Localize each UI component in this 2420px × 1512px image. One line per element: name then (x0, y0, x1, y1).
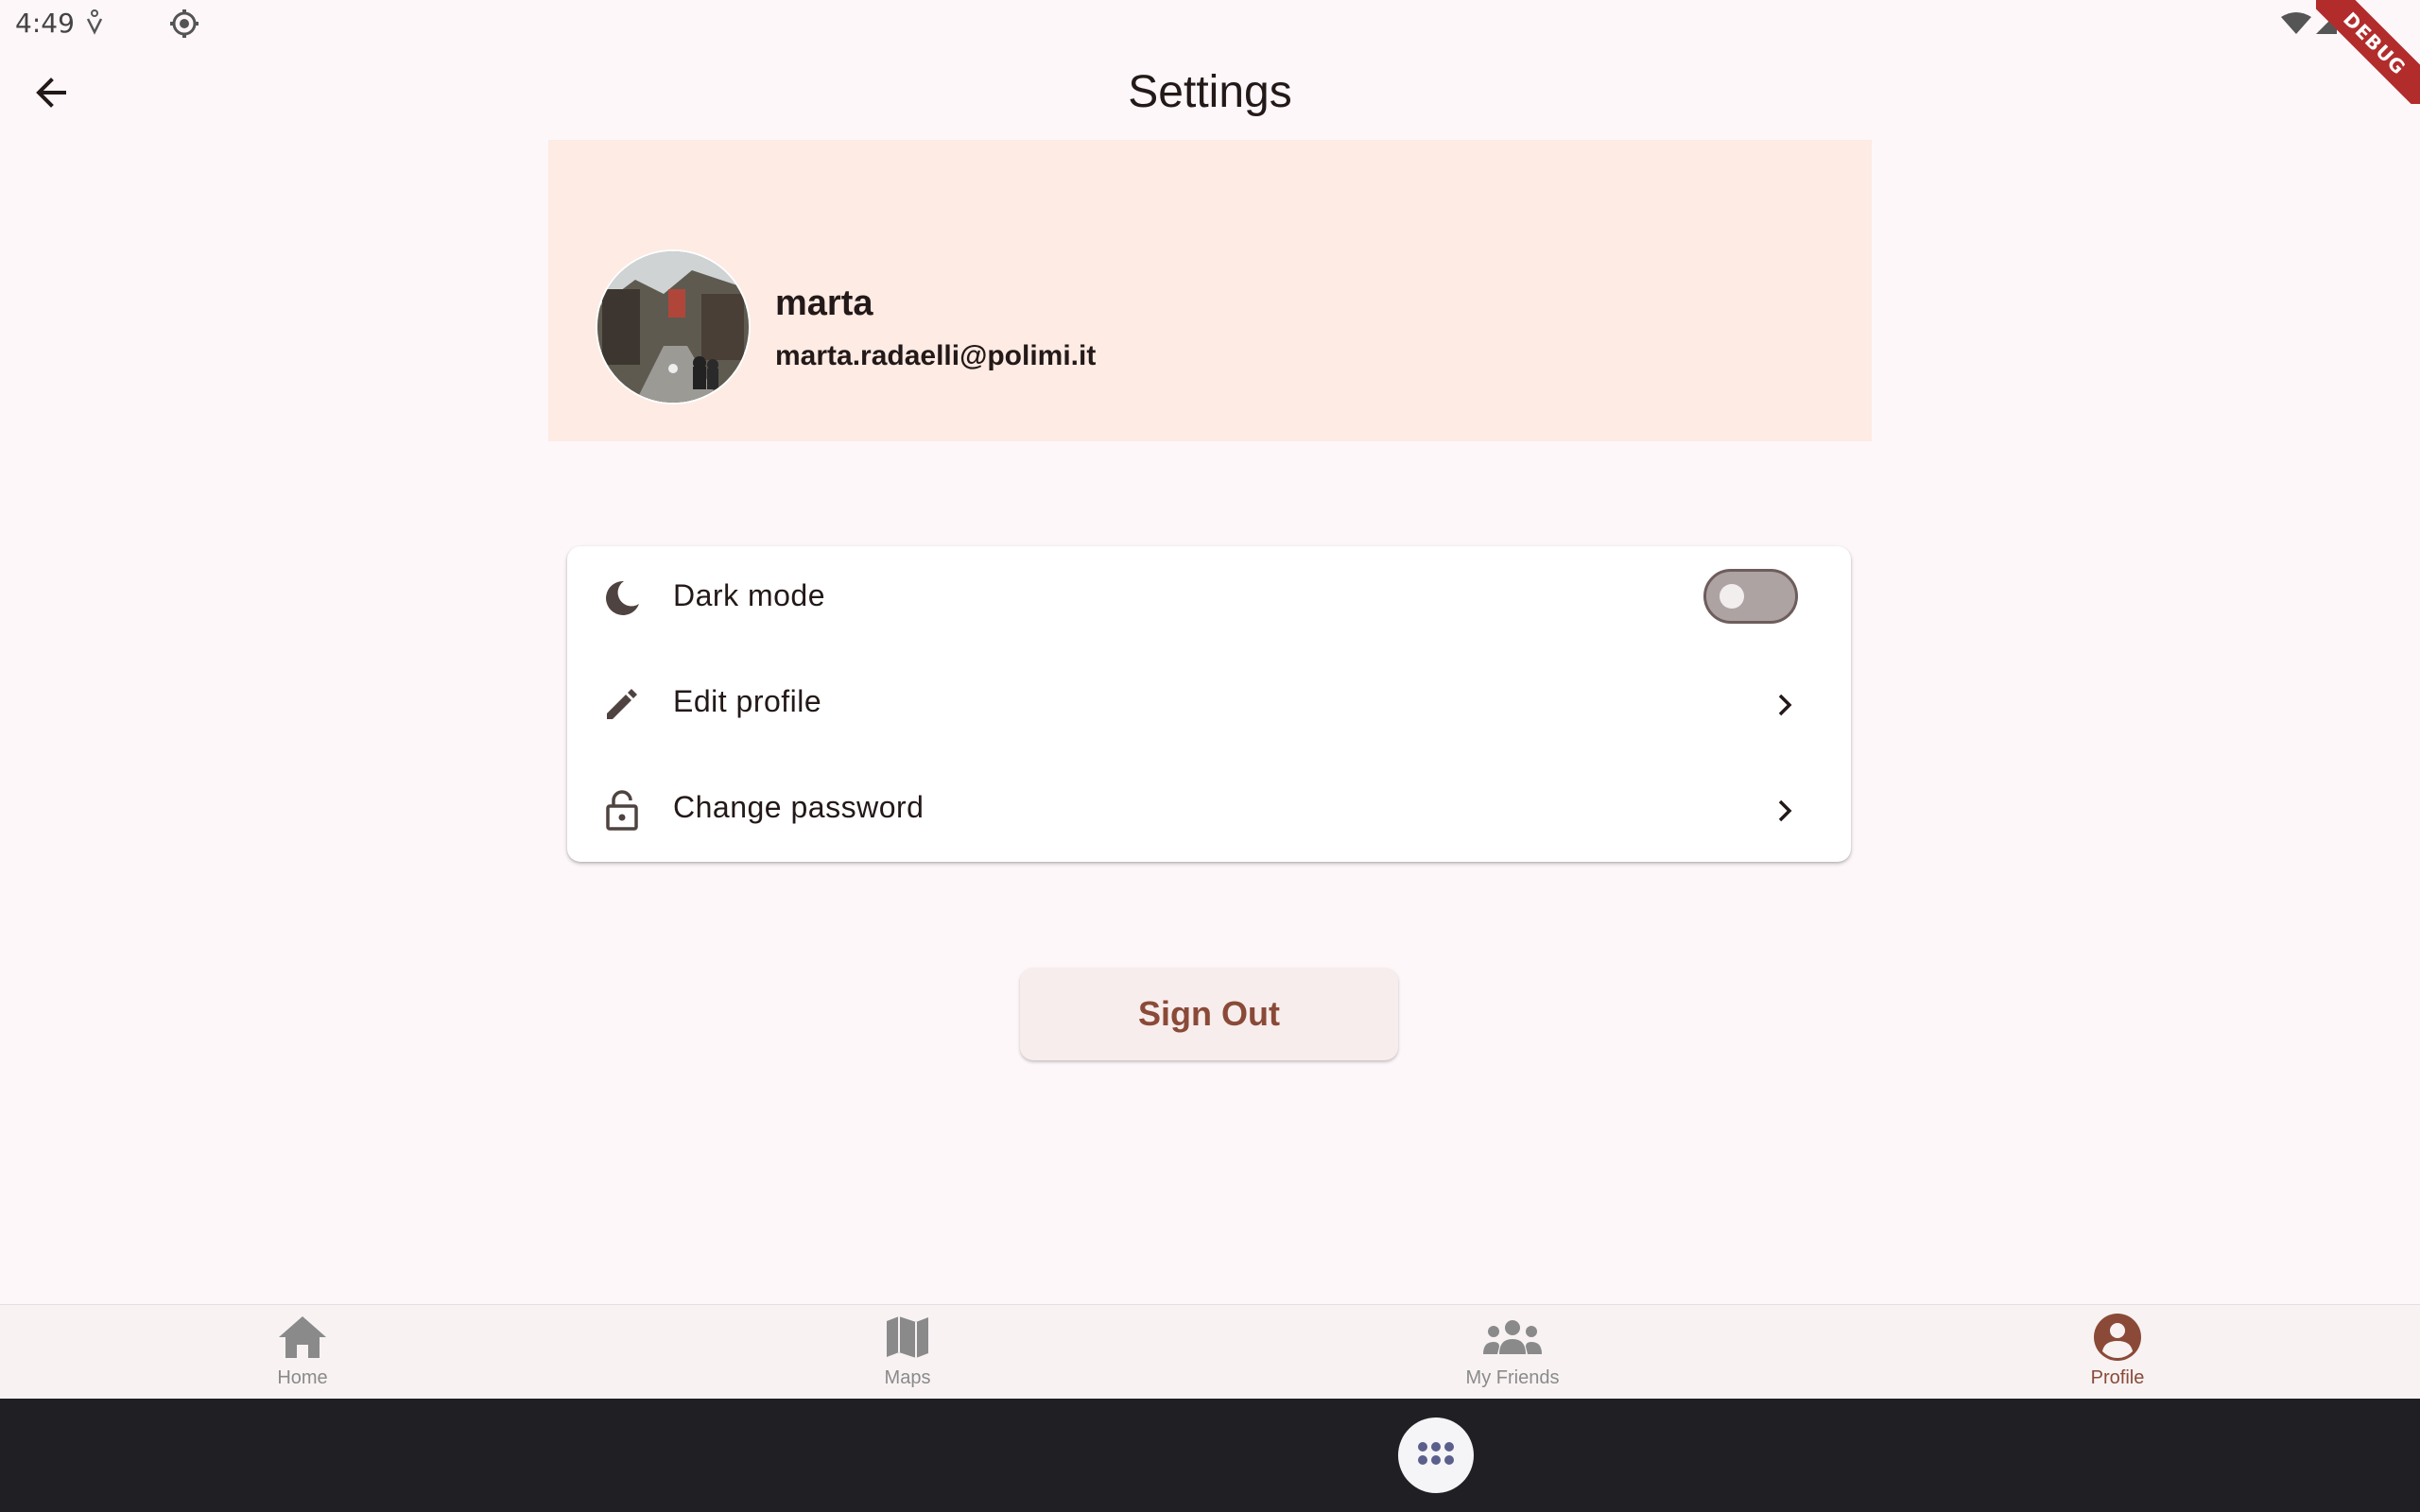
dark-mode-toggle[interactable] (1703, 569, 1798, 624)
status-time: 4:49 (15, 8, 75, 39)
apps-grid-icon (1415, 1439, 1457, 1472)
nav-item-profile[interactable]: Profile (2023, 1305, 2212, 1400)
setting-change-password[interactable]: Change password (567, 758, 1851, 862)
bottom-navigation: Home Maps My Friends Profile (0, 1304, 2420, 1400)
nav-label-profile: Profile (2090, 1367, 2145, 1388)
status-bar: 4:49 (0, 0, 2420, 45)
chevron-right-icon (1766, 792, 1804, 830)
system-navigation-bar (0, 1399, 2420, 1512)
accessibility-icon (83, 8, 106, 43)
nav-label-maps: Maps (884, 1367, 931, 1388)
nav-label-home: Home (277, 1367, 328, 1388)
dark-mode-label: Dark mode (673, 578, 825, 612)
setting-dark-mode[interactable]: Dark mode (567, 546, 1851, 650)
account-circle-icon (2023, 1313, 2212, 1362)
change-password-label: Change password (673, 790, 925, 824)
lock-icon (599, 787, 645, 833)
setting-edit-profile[interactable]: Edit profile (567, 652, 1851, 756)
nav-label-my-friends: My Friends (1465, 1367, 1560, 1388)
wifi-icon (2280, 11, 2312, 41)
sign-out-button[interactable]: Sign Out (1020, 968, 1398, 1060)
nav-item-maps[interactable]: Maps (813, 1305, 1002, 1400)
app-bar: Settings (0, 45, 2420, 140)
pencil-icon (599, 681, 645, 727)
settings-card: Dark mode Edit profile Change password (567, 546, 1851, 862)
toggle-knob (1720, 584, 1744, 609)
user-email: marta.radaelli@polimi.it (775, 340, 1097, 371)
nav-item-my-friends[interactable]: My Friends (1418, 1305, 1607, 1400)
group-icon (1418, 1313, 1607, 1362)
map-icon (813, 1313, 1002, 1362)
debug-label: DEBUG (2316, 0, 2420, 104)
avatar[interactable] (596, 249, 751, 404)
edit-profile-label: Edit profile (673, 684, 822, 718)
user-name: marta (775, 284, 873, 323)
settings-gear-icon (168, 8, 200, 44)
profile-header: marta marta.radaelli@polimi.it (548, 140, 1872, 441)
moon-icon (599, 576, 645, 621)
nav-item-home[interactable]: Home (208, 1305, 397, 1400)
page-title: Settings (1128, 67, 1292, 117)
debug-banner: DEBUG (2316, 0, 2420, 104)
chevron-right-icon (1766, 686, 1804, 724)
home-icon (208, 1313, 397, 1362)
app-launcher-button[interactable] (1398, 1418, 1474, 1493)
